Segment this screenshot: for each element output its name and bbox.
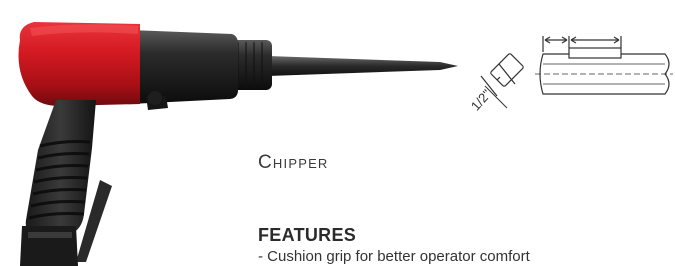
shank-diagram: 1/2"	[468, 36, 673, 113]
features-heading: FEATURES	[258, 225, 357, 245]
feature-list: - Cushion grip for better operator comfo…	[258, 248, 675, 266]
product-name: Chipper	[258, 152, 329, 173]
barrel-black	[130, 30, 238, 104]
feature-item: - Cushion grip for better operator comfo…	[258, 248, 530, 265]
chipping-hammer-image	[18, 22, 458, 266]
shank-size-label: 1/2"	[468, 86, 495, 113]
chisel-bit	[268, 56, 458, 76]
